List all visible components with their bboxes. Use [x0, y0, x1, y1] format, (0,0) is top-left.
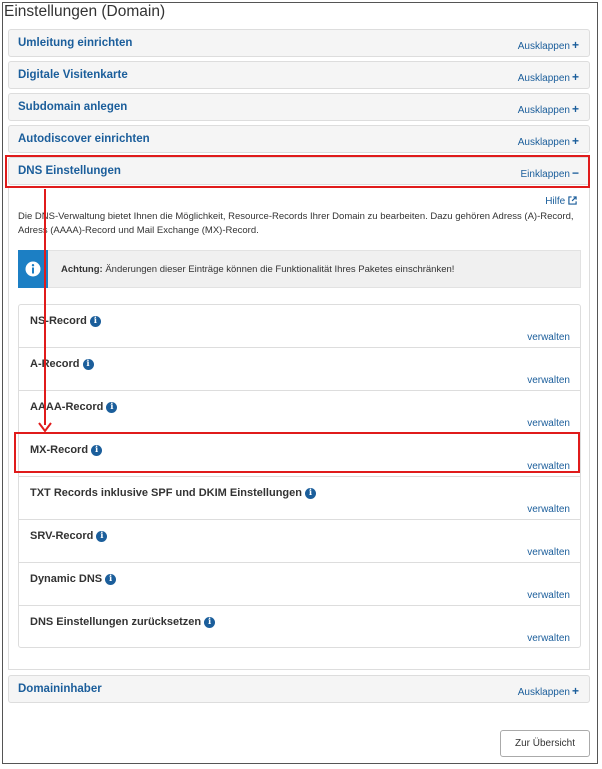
- manage-link[interactable]: verwalten: [527, 504, 570, 515]
- help-link[interactable]: Hilfe: [545, 196, 577, 207]
- expand-toggle[interactable]: Ausklappen +: [518, 70, 579, 84]
- record-label: TXT Records inklusive SPF und DKIM Einst…: [30, 487, 302, 499]
- info-icon[interactable]: i: [304, 487, 316, 499]
- plus-icon: +: [571, 134, 579, 148]
- external-link-icon: [568, 196, 577, 205]
- record-label: AAAA-Record: [30, 401, 104, 413]
- record-ns: NS-Record i verwalten: [19, 305, 580, 348]
- back-to-overview-button[interactable]: Zur Übersicht: [500, 730, 590, 757]
- manage-link[interactable]: verwalten: [527, 590, 570, 601]
- dns-description: Die DNS-Verwaltung bietet Ihnen die Mögl…: [18, 211, 574, 236]
- record-label: NS-Record: [30, 315, 87, 327]
- section-title: Subdomain anlegen: [18, 101, 128, 113]
- info-icon[interactable]: i: [82, 358, 94, 370]
- plus-icon: +: [571, 684, 579, 698]
- info-icon[interactable]: i: [96, 530, 108, 542]
- expand-toggle[interactable]: Ausklappen +: [518, 102, 579, 116]
- plus-icon: +: [571, 102, 579, 116]
- info-icon[interactable]: i: [89, 315, 101, 327]
- record-label: SRV-Record: [30, 530, 94, 542]
- page-title: Einstellungen (Domain): [4, 3, 166, 20]
- section-umleitung[interactable]: Umleitung einrichten Ausklappen +: [8, 29, 590, 57]
- section-title: Umleitung einrichten: [18, 37, 133, 49]
- record-a: A-Record i verwalten: [19, 348, 580, 391]
- plus-icon: +: [571, 38, 579, 52]
- record-aaaa: AAAA-Record i verwalten: [19, 391, 580, 434]
- alert-message: Achtung: Änderungen dieser Einträge könn…: [61, 264, 455, 275]
- dns-record-list: NS-Record i verwalten A-Record i verwalten…: [18, 304, 581, 648]
- manage-link[interactable]: verwalten: [527, 418, 570, 429]
- warning-alert: Achtung: Änderungen dieser Einträge könn…: [18, 250, 581, 288]
- section-title: Domaininhaber: [18, 683, 102, 695]
- info-icon[interactable]: i: [204, 616, 216, 628]
- section-autodiscover[interactable]: Autodiscover einrichten Ausklappen +: [8, 125, 590, 153]
- arrow-head-icon: [38, 422, 52, 433]
- expand-toggle[interactable]: Ausklappen +: [518, 134, 579, 148]
- section-subdomain[interactable]: Subdomain anlegen Ausklappen +: [8, 93, 590, 121]
- section-title: Digitale Visitenkarte: [18, 69, 128, 81]
- expand-toggle[interactable]: Ausklappen +: [518, 38, 579, 52]
- highlight-dns-header: [5, 155, 590, 188]
- record-dynamic-dns: Dynamic DNS i verwalten: [19, 563, 580, 606]
- highlight-mx-record: [14, 432, 580, 473]
- manage-link[interactable]: verwalten: [527, 633, 570, 644]
- section-title: Autodiscover einrichten: [18, 133, 150, 145]
- record-txt: TXT Records inklusive SPF und DKIM Einst…: [19, 477, 580, 520]
- dns-section-body: Hilfe Die DNS-Verwaltung bietet Ihnen di…: [8, 188, 590, 670]
- expand-toggle[interactable]: Ausklappen +: [518, 684, 579, 698]
- record-label: A-Record: [30, 358, 80, 370]
- manage-link[interactable]: verwalten: [527, 332, 570, 343]
- plus-icon: +: [571, 70, 579, 84]
- info-icon[interactable]: i: [106, 401, 118, 413]
- info-icon[interactable]: i: [105, 573, 117, 585]
- manage-link[interactable]: verwalten: [527, 375, 570, 386]
- annotation-arrow-line: [44, 189, 46, 425]
- record-label: DNS Einstellungen zurücksetzen: [30, 616, 202, 628]
- section-domaininhaber[interactable]: Domaininhaber Ausklappen +: [8, 675, 590, 703]
- section-visitenkarte[interactable]: Digitale Visitenkarte Ausklappen +: [8, 61, 590, 89]
- record-srv: SRV-Record i verwalten: [19, 520, 580, 563]
- record-label: Dynamic DNS: [30, 573, 103, 585]
- manage-link[interactable]: verwalten: [527, 547, 570, 558]
- record-dns-reset: DNS Einstellungen zurücksetzen i verwalte…: [19, 606, 580, 649]
